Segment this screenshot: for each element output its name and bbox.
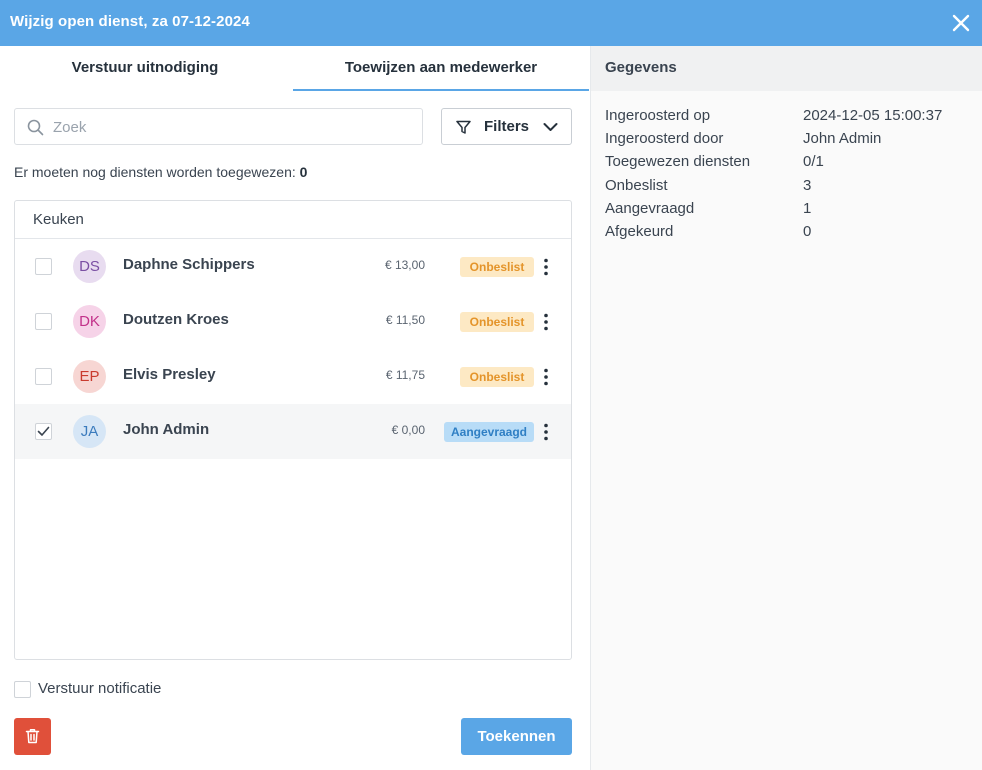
avatar: JA (73, 415, 106, 448)
search-icon (27, 119, 44, 136)
employee-checkbox[interactable] (35, 258, 52, 275)
tab-send-invitation[interactable]: Verstuur uitnodiging (0, 46, 290, 91)
remaining-shifts-text: Er moeten nog diensten worden toegewezen… (14, 164, 307, 180)
detail-key: Aangevraagd (605, 199, 695, 217)
employee-row[interactable]: EP Elvis Presley € 11,75 Onbeslist (15, 349, 571, 404)
dialog-titlebar: Wijzig open dienst, za 07-12-2024 (0, 0, 982, 46)
delete-button[interactable] (14, 718, 51, 755)
employee-name: Doutzen Kroes (123, 311, 229, 328)
detail-key: Toegewezen diensten (605, 153, 751, 171)
filters-button[interactable]: Filters (441, 108, 572, 145)
detail-key: Afgekeurd (605, 223, 674, 240)
employee-name: Daphne Schippers (123, 256, 255, 273)
filters-label: Filters (484, 118, 530, 135)
details-header: Gegevens (591, 46, 982, 91)
kebab-menu-icon[interactable] (539, 312, 553, 332)
detail-value: 0 (803, 223, 812, 240)
detail-value: 2024-12-05 15:00:37 (803, 107, 943, 124)
employee-row[interactable]: DS Daphne Schippers € 13,00 Onbeslist (15, 239, 571, 294)
dialog-title: Wijzig open dienst, za 07-12-2024 (10, 13, 250, 30)
details-pane: Gegevens Ingeroosterd op 2024-12-05 15:00… (590, 46, 982, 770)
employee-row[interactable]: JA John Admin € 0,00 Aangevraagd (15, 404, 571, 459)
detail-value: John Admin (803, 130, 882, 148)
status-badge: Onbeslist (460, 257, 534, 277)
group-label: Keuken (33, 211, 84, 228)
detail-key: Ingeroosterd op (605, 107, 711, 124)
assign-pane: Verstuur uitnodiging Toewijzen aan medew… (0, 46, 590, 770)
details-title: Gegevens (605, 59, 677, 76)
employee-wage: € 0,00 (391, 423, 425, 437)
employee-wage: € 11,50 (385, 313, 425, 327)
close-icon[interactable] (950, 12, 972, 34)
detail-value: 1 (803, 199, 812, 217)
avatar: EP (73, 360, 106, 393)
assign-button[interactable]: Toekennen (461, 718, 572, 755)
notification-checkbox[interactable] (14, 681, 31, 698)
group-header: Keuken (15, 201, 571, 239)
notification-label: Verstuur notificatie (38, 680, 162, 697)
detail-key: Onbeslist (605, 176, 668, 194)
search-input[interactable] (53, 115, 413, 139)
employee-checkbox[interactable] (35, 313, 52, 330)
employee-wage: € 11,75 (385, 368, 425, 382)
avatar: DK (73, 305, 106, 338)
status-badge: Onbeslist (460, 312, 534, 332)
employee-list: Keuken DS Daphne Schippers € 13,00 Onbeslis… (14, 200, 572, 660)
status-badge: Aangevraagd (444, 422, 534, 442)
kebab-menu-icon[interactable] (539, 422, 553, 442)
detail-key: Ingeroosterd door (605, 130, 724, 148)
trash-icon (25, 729, 40, 744)
employee-checkbox[interactable] (35, 423, 52, 440)
employee-row[interactable]: DK Doutzen Kroes € 11,50 Onbeslist (15, 294, 571, 349)
tab-assign-employee[interactable]: Toewijzen aan medewerker (293, 46, 589, 91)
chevron-down-icon (543, 123, 558, 131)
status-badge: Onbeslist (460, 367, 534, 387)
detail-value: 0/1 (803, 153, 824, 171)
detail-value: 3 (803, 176, 812, 194)
remaining-count: 0 (299, 164, 308, 180)
kebab-menu-icon[interactable] (539, 257, 553, 277)
filter-icon (456, 120, 471, 134)
remaining-label: Er moeten nog diensten worden toegewezen… (14, 164, 300, 180)
checkmark-icon (37, 426, 50, 436)
search-box (14, 108, 423, 145)
employee-checkbox[interactable] (35, 368, 52, 385)
kebab-menu-icon[interactable] (539, 367, 553, 387)
avatar: DS (73, 250, 106, 283)
employee-name: John Admin (123, 421, 210, 438)
employee-wage: € 13,00 (384, 258, 425, 272)
employee-name: Elvis Presley (123, 366, 216, 383)
